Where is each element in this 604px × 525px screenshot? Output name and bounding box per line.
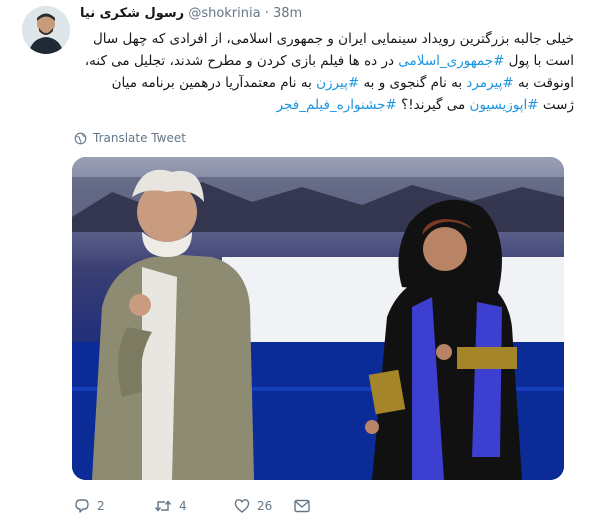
tweet-media-photo[interactable]: [72, 157, 564, 480]
hashtag-link[interactable]: #جمهوری_اسلامی: [398, 53, 504, 69]
tweet-header: رسول شکری نیا @shokrinia · 38m: [80, 6, 594, 24]
hashtag-link[interactable]: #جشنواره_فیلم_فجر: [277, 97, 397, 113]
globe-icon: [74, 132, 87, 144]
translate-label: Translate Tweet: [93, 131, 186, 145]
translate-tweet-link[interactable]: Translate Tweet: [74, 130, 186, 146]
tweet-card[interactable]: رسول شکری نیا @shokrinia · 38m خیلی جالب…: [0, 0, 604, 525]
retweet-icon: [154, 500, 172, 512]
photo-image: [72, 157, 564, 480]
like-button[interactable]: 26: [234, 498, 294, 514]
header-separator: ·: [264, 6, 269, 21]
tweet-actions: 2 4 26: [74, 496, 324, 516]
hashtag-link[interactable]: #پیرزن: [316, 75, 359, 91]
tweet-text-segment: می گیرند!؟: [396, 97, 470, 113]
avatar[interactable]: [22, 6, 70, 54]
tweet-text-segment: به نام گنجوی و به: [359, 75, 467, 91]
like-count: 26: [257, 499, 273, 513]
hashtag-link[interactable]: #اپوزیسیون: [470, 97, 539, 113]
author-name[interactable]: رسول شکری نیا: [80, 6, 184, 21]
tweet-timestamp[interactable]: 38m: [273, 6, 302, 21]
heart-icon: [234, 499, 250, 513]
retweet-count: 4: [179, 499, 187, 513]
envelope-icon: [294, 499, 310, 513]
direct-message-button[interactable]: [294, 499, 324, 513]
retweet-button[interactable]: 4: [154, 498, 234, 514]
reply-icon: [75, 499, 89, 513]
author-handle[interactable]: @shokrinia: [188, 6, 260, 21]
reply-count: 2: [97, 499, 105, 513]
tweet-text: خیلی جالبه بزرگترین رویداد سینمایی ایران…: [80, 28, 574, 116]
hashtag-link[interactable]: #پیرمرد: [466, 75, 513, 91]
avatar-image: [22, 6, 70, 54]
reply-button[interactable]: 2: [74, 498, 154, 514]
